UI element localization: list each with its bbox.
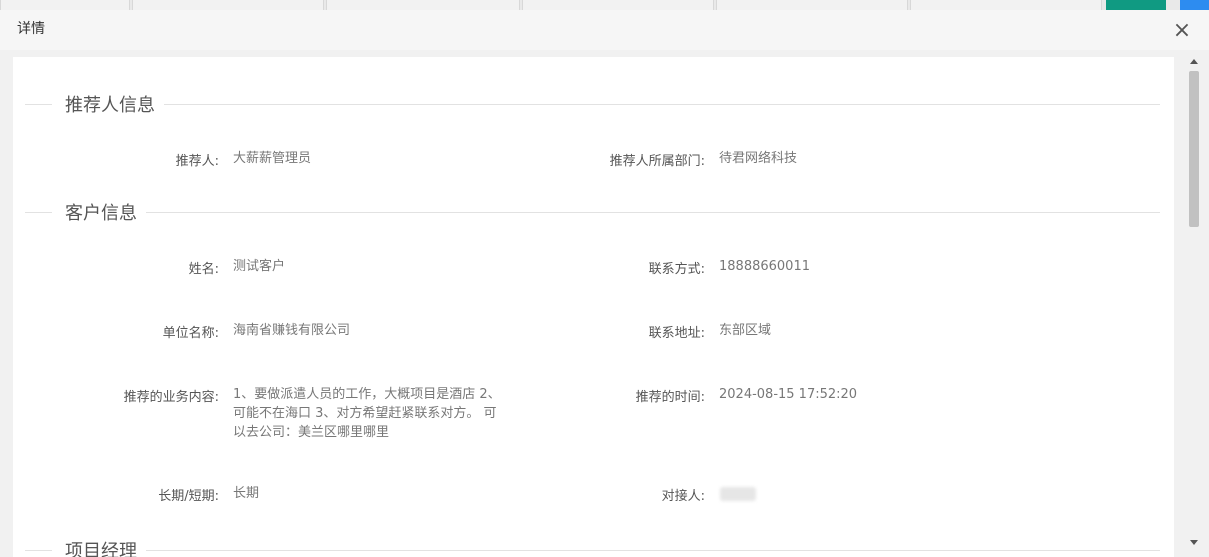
divider [146, 549, 1160, 551]
contact-value: 18888660011 [719, 259, 810, 274]
close-button[interactable]: × [1170, 19, 1194, 43]
detail-modal: 详情 × 推荐人信息 推荐人: 大薪薪管理员 推荐人所属部门: 待君网络科技 客… [0, 10, 1209, 557]
business-content-line: 可能不在海口 3、对方希望赶紧联系对方。 可 [233, 406, 497, 421]
section-title-text: 客户信息 [65, 203, 137, 224]
business-content-line: 1、要做派遣人员的工作，大概项目是酒店 2、 [233, 387, 501, 402]
scroll-down-arrow-icon[interactable] [1190, 540, 1198, 545]
business-content-line: 以去公司：美兰区哪里哪里 [233, 425, 390, 440]
scroll-up-arrow-icon[interactable] [1190, 59, 1198, 64]
referral-time-label: 推荐的时间: [635, 390, 705, 405]
modal-title: 详情 [17, 21, 45, 37]
divider [164, 103, 1160, 105]
section-title-text: 推荐人信息 [65, 95, 155, 116]
divider [25, 103, 52, 105]
section-referrer-title: 推荐人信息 [25, 92, 1160, 116]
divider [146, 211, 1160, 213]
modal-body: 推荐人信息 推荐人: 大薪薪管理员 推荐人所属部门: 待君网络科技 客户信息 姓… [13, 57, 1174, 557]
term-label: 长期/短期: [158, 489, 219, 504]
referrer-dept-value: 待君网络科技 [719, 151, 798, 166]
referrer-label: 推荐人: [175, 154, 219, 169]
close-icon: × [1172, 18, 1192, 43]
referrer-value: 大薪薪管理员 [233, 151, 312, 166]
liaison-label: 对接人: [661, 489, 705, 504]
section-project-manager-title: 项目经理 [25, 538, 1160, 557]
modal-header: 详情 × [0, 10, 1209, 50]
scrollbar-thumb[interactable] [1189, 71, 1199, 227]
business-content-label: 推荐的业务内容: [123, 390, 219, 405]
company-value: 海南省赚钱有限公司 [233, 323, 351, 338]
divider [25, 549, 52, 551]
referrer-dept-label: 推荐人所属部门: [609, 154, 705, 169]
customer-name-label: 姓名: [188, 262, 219, 277]
liaison-value-redacted [720, 487, 756, 501]
address-label: 联系地址: [648, 326, 705, 341]
referral-time-value: 2024-08-15 17:52:20 [719, 387, 858, 402]
section-title-text: 项目经理 [65, 541, 137, 557]
address-value: 东部区域 [719, 323, 772, 338]
company-label: 单位名称: [162, 326, 219, 341]
section-customer-title: 客户信息 [25, 200, 1160, 224]
divider [25, 211, 52, 213]
vertical-scrollbar[interactable] [1186, 57, 1202, 557]
business-content-value: 1、要做派遣人员的工作，大概项目是酒店 2、 可能不在海口 3、对方希望赶紧联系… [233, 385, 503, 442]
customer-name-value: 测试客户 [233, 259, 286, 274]
term-value: 长期 [233, 486, 260, 501]
contact-label: 联系方式: [648, 262, 705, 277]
